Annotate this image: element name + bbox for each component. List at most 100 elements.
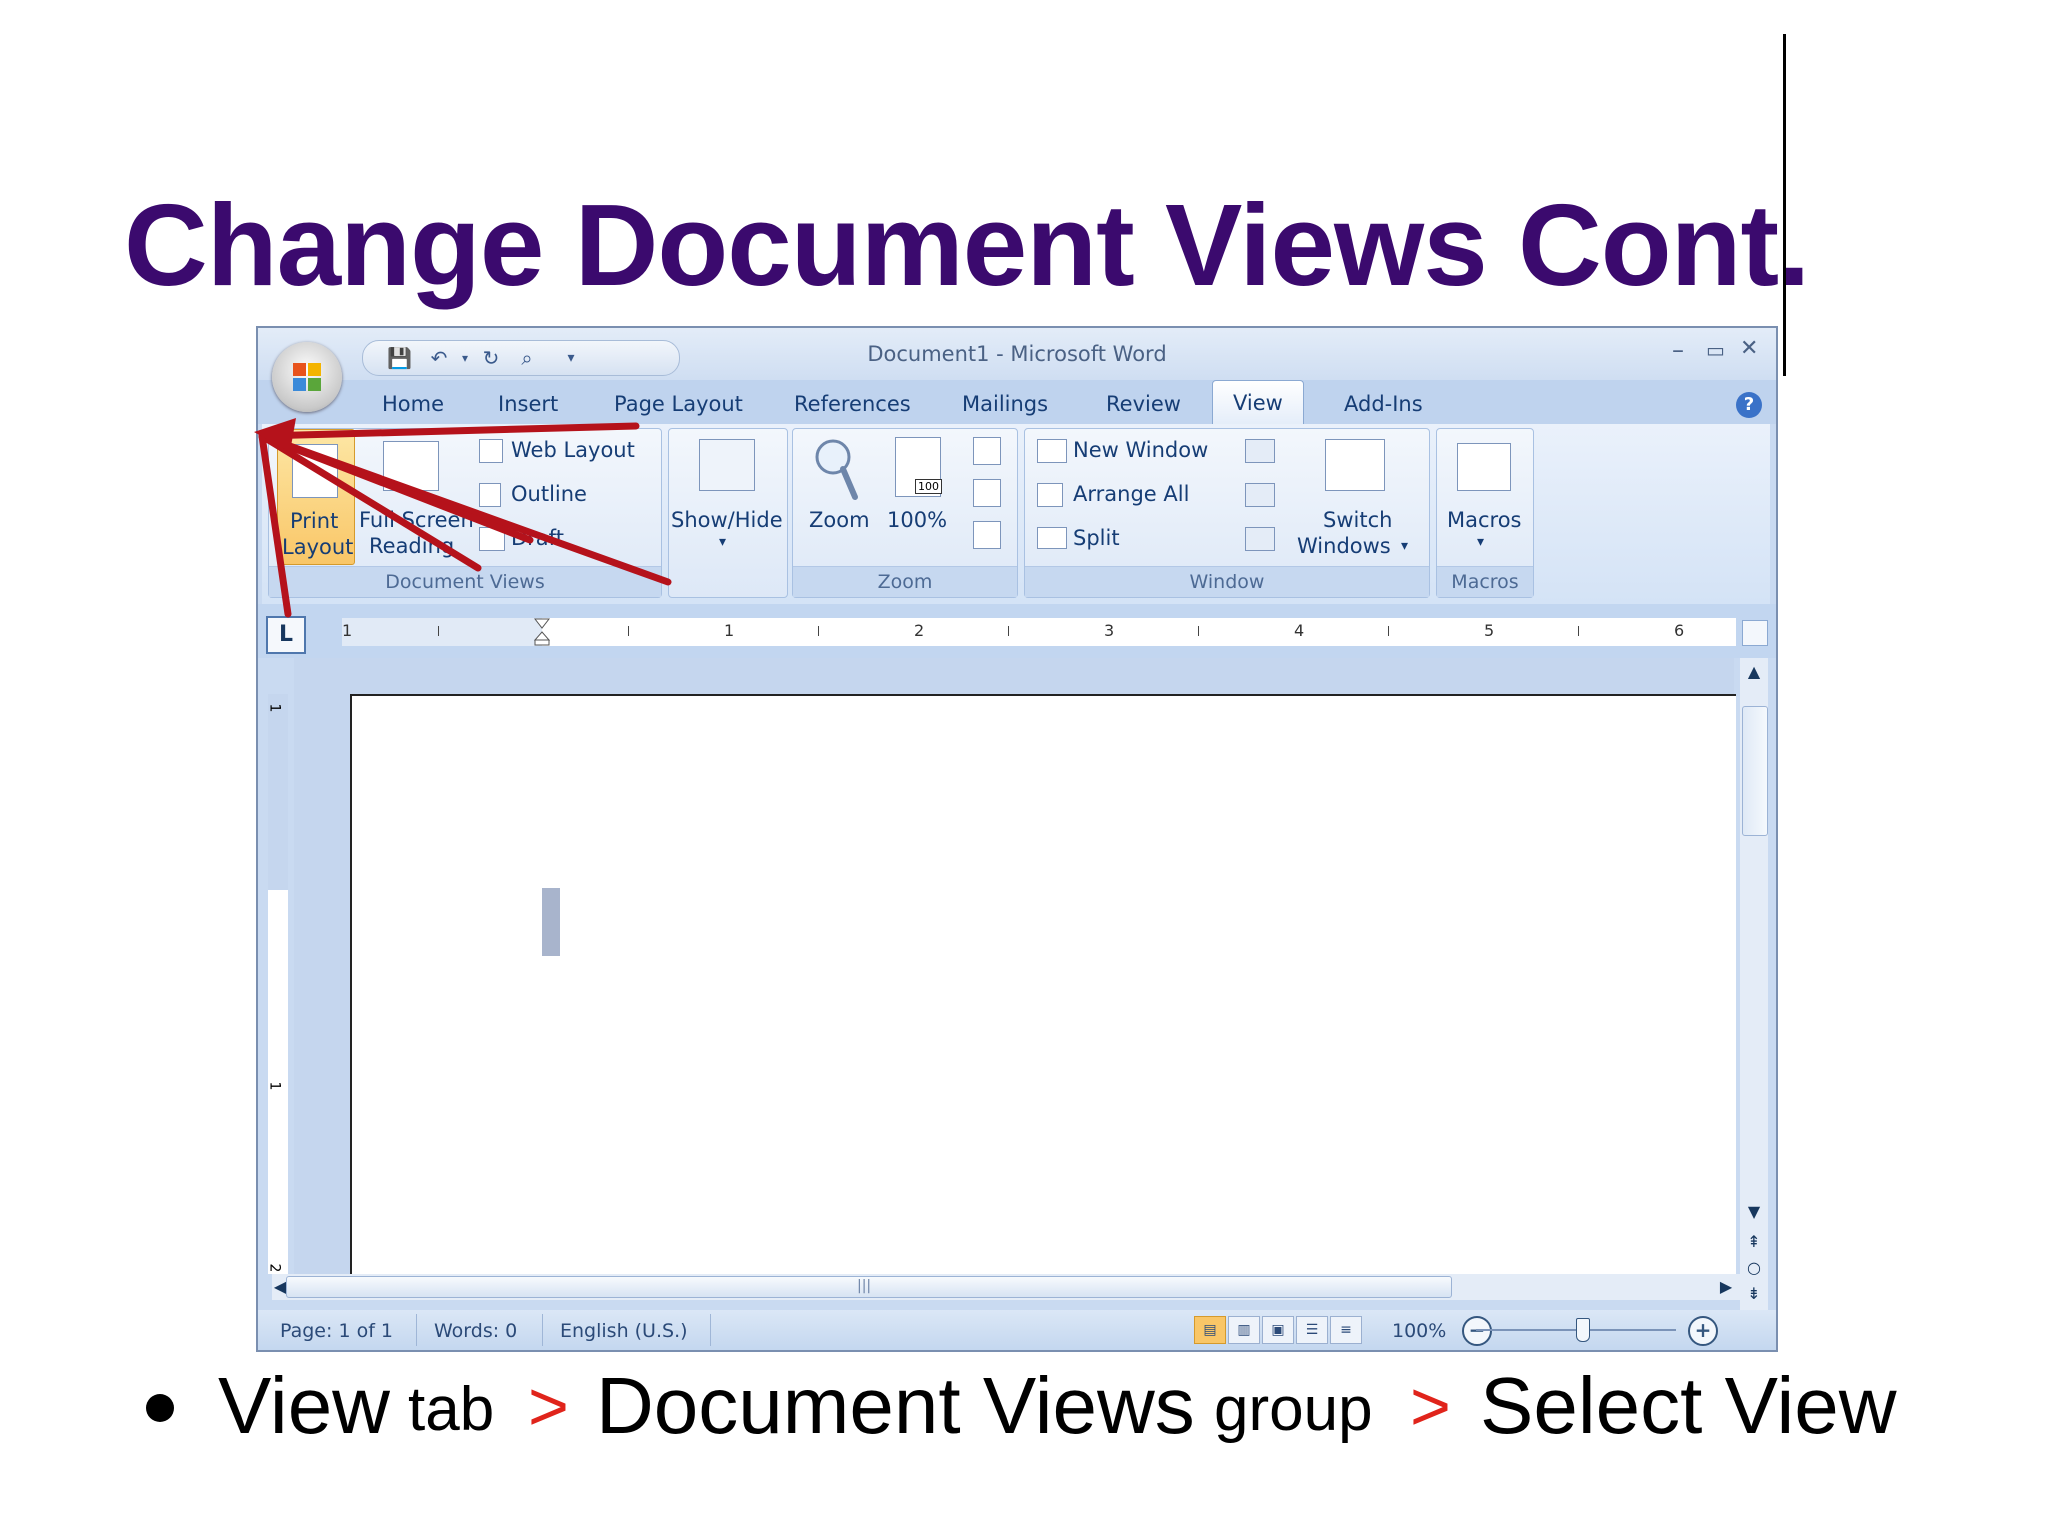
page-width-icon[interactable] bbox=[973, 521, 1001, 549]
zoom-in-button[interactable]: + bbox=[1688, 1316, 1718, 1346]
text-cursor bbox=[542, 888, 560, 956]
tab-references[interactable]: References bbox=[794, 392, 911, 416]
maximize-button[interactable]: ▭ bbox=[1706, 338, 1725, 362]
ruler-number: 4 bbox=[1294, 621, 1305, 640]
tab-add-ins[interactable]: Add-Ins bbox=[1344, 392, 1423, 416]
zoom-button[interactable]: Zoom bbox=[799, 429, 873, 563]
tab-mailings[interactable]: Mailings bbox=[962, 392, 1048, 416]
zoom-out-button[interactable]: − bbox=[1462, 1316, 1492, 1346]
status-bar: Page: 1 of 1 Words: 0 English (U.S.) ▤ ▥… bbox=[258, 1310, 1776, 1350]
word-count[interactable]: Words: 0 bbox=[434, 1320, 517, 1342]
macros-label: Macros bbox=[1447, 508, 1522, 532]
minimize-button[interactable]: – bbox=[1672, 336, 1684, 364]
tab-selector[interactable]: L bbox=[266, 616, 306, 654]
ribbon-tabs: Home Insert Page Layout References Maili… bbox=[258, 380, 1776, 425]
zoom-button-label: Zoom bbox=[809, 508, 870, 532]
help-icon[interactable]: ? bbox=[1736, 392, 1762, 418]
next-page-icon[interactable]: ⇟ bbox=[1740, 1284, 1768, 1303]
tab-view[interactable]: View bbox=[1212, 380, 1304, 425]
macros-dropdown-icon: ▾ bbox=[1477, 534, 1485, 550]
horizontal-scrollbar[interactable]: ◀ ||| ▶ bbox=[272, 1274, 1740, 1300]
bullet-separator-2: > bbox=[1410, 1367, 1451, 1445]
scroll-down-icon[interactable]: ▼ bbox=[1740, 1202, 1768, 1221]
full-screen-reading-icon bbox=[383, 441, 439, 491]
scroll-grip-icon: ||| bbox=[857, 1278, 872, 1294]
show-hide-label: Show/Hide bbox=[671, 508, 783, 532]
web-layout-button[interactable]: Web Layout bbox=[475, 435, 655, 469]
zoom-group: Zoom 100 100% Zoom bbox=[792, 428, 1018, 598]
new-window-button[interactable]: New Window bbox=[1033, 435, 1233, 469]
previous-page-icon[interactable]: ⇞ bbox=[1740, 1232, 1768, 1251]
view-ruler-icon[interactable] bbox=[1742, 620, 1768, 646]
switch-windows-dropdown-icon: ▾ bbox=[1401, 538, 1409, 554]
indent-marker-icon[interactable] bbox=[533, 618, 551, 646]
ruler-number: 1 bbox=[724, 621, 735, 640]
split-button[interactable]: Split bbox=[1033, 523, 1233, 557]
print-layout-button[interactable]: Print Layout bbox=[277, 429, 355, 565]
horizontal-scroll-thumb[interactable]: ||| bbox=[286, 1276, 1452, 1298]
ruler-area: L 1 1 2 3 4 5 6 bbox=[258, 604, 1776, 658]
ruler-number: 1 bbox=[342, 621, 353, 640]
show-hide-group: Show/Hide ▾ bbox=[668, 428, 788, 598]
language-indicator[interactable]: English (U.S.) bbox=[560, 1320, 688, 1342]
synchronous-scrolling-icon[interactable] bbox=[1245, 483, 1275, 507]
outline-button[interactable]: Outline bbox=[475, 479, 655, 513]
vertical-scroll-thumb[interactable] bbox=[1742, 706, 1768, 836]
vertical-divider bbox=[1783, 34, 1786, 376]
scroll-up-icon[interactable]: ▲ bbox=[1740, 662, 1768, 681]
scroll-right-icon[interactable]: ▶ bbox=[1712, 1277, 1740, 1296]
new-window-icon bbox=[1037, 439, 1067, 463]
switch-windows-button[interactable]: Switch Windows ▾ bbox=[1289, 429, 1421, 563]
bullet-icon bbox=[146, 1394, 174, 1422]
document-page[interactable] bbox=[350, 694, 1736, 1296]
bullet-separator-1: > bbox=[528, 1367, 569, 1445]
print-layout-label-2: Layout bbox=[282, 535, 354, 559]
horizontal-ruler[interactable]: 1 1 2 3 4 5 6 bbox=[342, 618, 1736, 646]
switch-windows-label-2: Windows bbox=[1297, 534, 1391, 558]
select-browse-object-icon[interactable]: ○ bbox=[1740, 1258, 1768, 1277]
document-views-group: Print Layout Full Screen Reading Web Lay… bbox=[268, 428, 662, 598]
status-draft-button[interactable]: ≡ bbox=[1330, 1316, 1362, 1344]
outline-label: Outline bbox=[511, 482, 587, 506]
slide-title: Change Document Views Cont. bbox=[124, 180, 1810, 310]
view-side-by-side-icon[interactable] bbox=[1245, 439, 1275, 463]
zoom-group-label: Zoom bbox=[793, 566, 1017, 597]
status-web-layout-button[interactable]: ▣ bbox=[1262, 1316, 1294, 1344]
tab-insert[interactable]: Insert bbox=[498, 392, 558, 416]
outline-icon bbox=[479, 483, 501, 507]
zoom-100-button[interactable]: 100 100% bbox=[879, 429, 959, 563]
reset-window-position-icon[interactable] bbox=[1245, 527, 1275, 551]
window-group: New Window Arrange All Split Switch Wind… bbox=[1024, 428, 1430, 598]
tab-home[interactable]: Home bbox=[382, 392, 444, 416]
draft-button[interactable]: Draft bbox=[475, 523, 655, 557]
macros-group: Macros ▾ Macros bbox=[1436, 428, 1534, 598]
page-count[interactable]: Page: 1 of 1 bbox=[280, 1320, 393, 1342]
page-100-icon-text: 100 bbox=[915, 479, 942, 494]
two-pages-icon[interactable] bbox=[973, 479, 1001, 507]
tab-page-layout[interactable]: Page Layout bbox=[614, 392, 743, 416]
tab-review[interactable]: Review bbox=[1106, 392, 1181, 416]
ribbon: Print Layout Full Screen Reading Web Lay… bbox=[262, 424, 1770, 605]
zoom-level[interactable]: 100% bbox=[1392, 1320, 1446, 1342]
ruler-number: 6 bbox=[1674, 621, 1685, 640]
macros-button[interactable]: Macros ▾ bbox=[1437, 429, 1533, 563]
vertical-ruler[interactable]: 1 1 2 bbox=[266, 694, 288, 1274]
zoom-100-label: 100% bbox=[887, 508, 948, 532]
status-outline-button[interactable]: ☰ bbox=[1296, 1316, 1328, 1344]
one-page-icon[interactable] bbox=[973, 437, 1001, 465]
zoom-slider-thumb[interactable] bbox=[1576, 1318, 1590, 1342]
office-button[interactable] bbox=[272, 342, 342, 412]
vertical-scrollbar[interactable]: ▲ ▼ ⇞ ○ ⇟ bbox=[1740, 658, 1768, 1314]
status-print-layout-button[interactable]: ▤ bbox=[1194, 1316, 1226, 1344]
status-full-screen-reading-button[interactable]: ▥ bbox=[1228, 1316, 1260, 1344]
bullet-view: View bbox=[218, 1361, 390, 1450]
split-icon bbox=[1037, 527, 1067, 549]
bullet-select-view: Select View bbox=[1480, 1361, 1897, 1450]
title-bar: 💾 ↶ ▾ ↻ ⌕ ▾ Document1 - Microsoft Word –… bbox=[258, 328, 1776, 380]
close-button[interactable]: ✕ bbox=[1740, 336, 1758, 361]
full-screen-reading-button[interactable]: Full Screen Reading bbox=[355, 429, 474, 563]
show-hide-dropdown-icon: ▾ bbox=[719, 534, 727, 550]
page-100-icon: 100 bbox=[895, 437, 942, 497]
show-hide-button[interactable]: Show/Hide ▾ bbox=[669, 429, 787, 563]
arrange-all-button[interactable]: Arrange All bbox=[1033, 479, 1233, 513]
